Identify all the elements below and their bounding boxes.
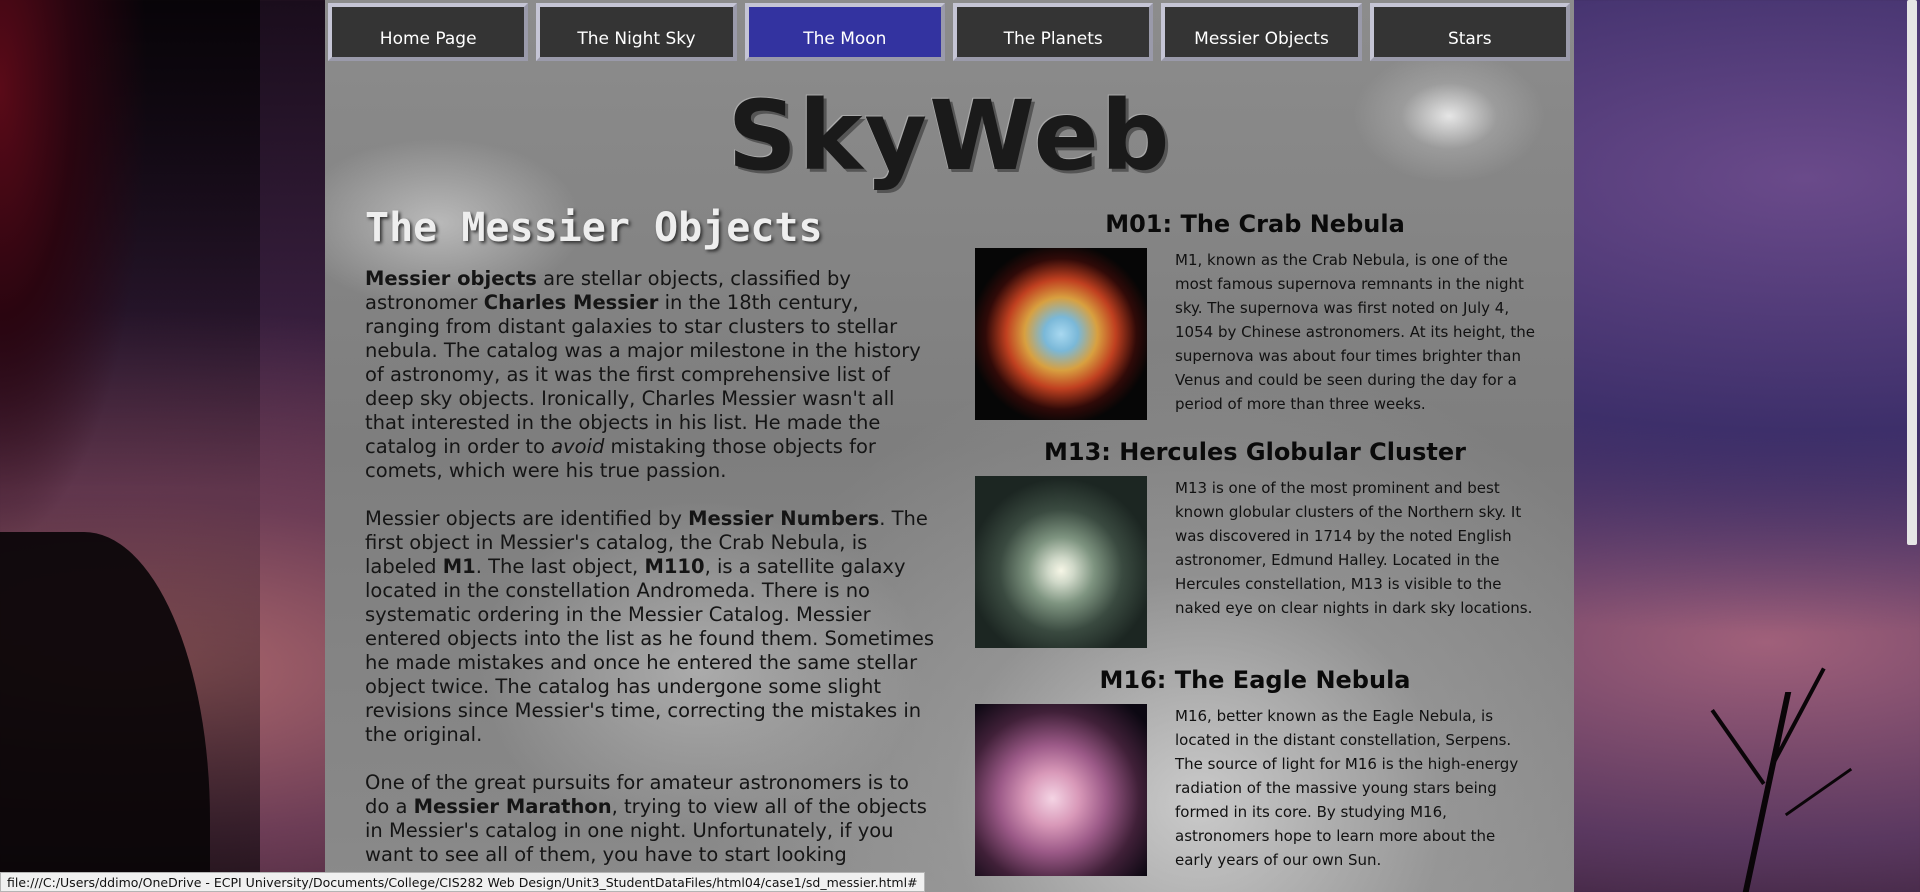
background-tree-branch xyxy=(1710,708,1766,786)
eagle-nebula-image xyxy=(975,704,1147,876)
text: in the 18th century, ranging from distan… xyxy=(365,291,921,458)
vertical-scrollbar[interactable] xyxy=(1902,0,1920,892)
bold-text: Charles Messier xyxy=(483,291,659,314)
nav-home[interactable]: Home Page xyxy=(328,3,529,61)
object-m16: M16: The Eagle Nebula M16, better known … xyxy=(975,666,1535,876)
object-body: M1, known as the Crab Nebula, is one of … xyxy=(975,248,1535,420)
nav-stars[interactable]: Stars xyxy=(1369,3,1570,61)
article-paragraph-2: Messier objects are identified by Messie… xyxy=(365,507,935,747)
italic-text: avoid xyxy=(551,435,605,458)
hercules-cluster-image xyxy=(975,476,1147,648)
nav-night-sky[interactable]: The Night Sky xyxy=(536,3,737,61)
main-nav: Home Page The Night Sky The Moon The Pla… xyxy=(325,0,1574,62)
object-body: M16, better known as the Eagle Nebula, i… xyxy=(975,704,1535,876)
article-paragraph-1: Messier objects are stellar objects, cla… xyxy=(365,267,935,483)
text: . The last object, xyxy=(475,555,645,578)
bold-text: M1 xyxy=(442,555,476,578)
object-description: M13 is one of the most prominent and bes… xyxy=(1175,479,1533,617)
object-m01: M01: The Crab Nebula M1, known as the Cr… xyxy=(975,210,1535,420)
nav-moon[interactable]: The Moon xyxy=(744,3,945,61)
status-bar-url: file:///C:/Users/ddimo/OneDrive - ECPI U… xyxy=(0,872,925,892)
crab-nebula-image xyxy=(975,248,1147,420)
bold-text: Messier Numbers xyxy=(688,507,880,530)
nav-messier-objects[interactable]: Messier Objects xyxy=(1161,3,1362,61)
article-paragraph-3: One of the great pursuits for amateur as… xyxy=(365,771,935,867)
nav-planets[interactable]: The Planets xyxy=(952,3,1154,61)
object-body: M13 is one of the most prominent and bes… xyxy=(975,476,1535,648)
page-title: The Messier Objects xyxy=(365,205,823,251)
object-description: M16, better known as the Eagle Nebula, i… xyxy=(1175,707,1519,869)
bold-text: M110 xyxy=(644,555,705,578)
bold-text: Messier objects xyxy=(365,267,537,290)
page-container: Home Page The Night Sky The Moon The Pla… xyxy=(325,0,1574,892)
site-logo: SkyWeb xyxy=(727,80,1172,192)
object-m13: M13: Hercules Globular Cluster M13 is on… xyxy=(975,438,1535,648)
object-title: M01: The Crab Nebula xyxy=(1105,210,1405,238)
background-tree-branch xyxy=(1770,667,1826,767)
bold-text: Messier Marathon xyxy=(413,795,612,818)
background-tree-branch xyxy=(1784,767,1853,817)
text: , is a satellite galaxy located in the c… xyxy=(365,555,935,746)
article: The Messier Objects Messier objects are … xyxy=(365,205,935,891)
background-tree-trunk-right xyxy=(1742,692,1792,892)
messier-object-list: M01: The Crab Nebula M1, known as the Cr… xyxy=(975,210,1535,892)
object-title: M13: Hercules Globular Cluster xyxy=(1044,438,1466,466)
object-description: M1, known as the Crab Nebula, is one of … xyxy=(1175,251,1535,413)
scrollbar-thumb[interactable] xyxy=(1907,0,1917,545)
object-title: M16: The Eagle Nebula xyxy=(1099,666,1411,694)
text: Messier objects are identified by xyxy=(365,507,689,530)
